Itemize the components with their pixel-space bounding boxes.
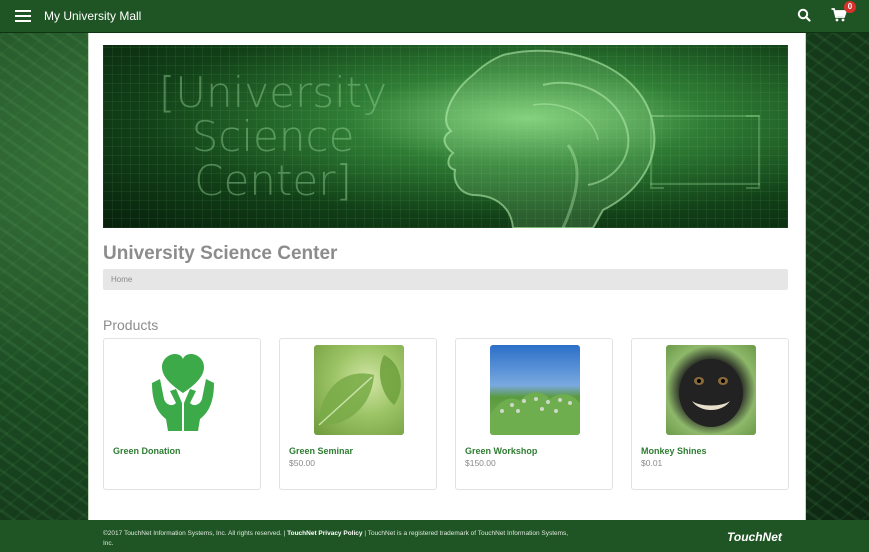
store-content: [University Science Center] University S… [88, 33, 806, 520]
product-card-green-workshop[interactable]: Green Workshop $150.00 [455, 338, 613, 490]
product-image[interactable] [490, 345, 580, 435]
product-image[interactable] [138, 345, 228, 435]
cart-count-badge: 0 [844, 1, 856, 13]
product-price: $150.00 [465, 458, 496, 468]
product-name[interactable]: Monkey Shines [641, 446, 707, 456]
privacy-policy-link[interactable]: TouchNet Privacy Policy [287, 530, 362, 537]
store-banner: [University Science Center] [103, 45, 788, 228]
head-silhouette-graphic [443, 49, 656, 228]
banner-text: [University Science Center] [158, 68, 388, 205]
product-name[interactable]: Green Donation [113, 446, 181, 456]
store-title: University Science Center [103, 243, 338, 264]
product-card-green-donation[interactable]: Green Donation [103, 338, 261, 490]
leaves-image [318, 355, 401, 426]
product-price: $50.00 [289, 458, 315, 468]
app-title[interactable]: My University Mall [44, 9, 141, 23]
banner-decoration [650, 115, 760, 189]
footer-text: ©2017 TouchNet Information Systems, Inc.… [103, 529, 573, 549]
green-roof-image [490, 392, 580, 435]
heart-hands-icon [152, 354, 214, 431]
monkey-image [679, 359, 743, 427]
product-name[interactable]: Green Workshop [465, 446, 537, 456]
product-card-monkey-shines[interactable]: Monkey Shines $0.01 [631, 338, 789, 490]
copyright-text: ©2017 TouchNet Information Systems, Inc.… [103, 530, 286, 537]
products-heading: Products [103, 317, 159, 333]
search-icon[interactable] [797, 8, 813, 24]
product-image[interactable] [666, 345, 756, 435]
header-actions: 0 [797, 1, 856, 24]
product-name[interactable]: Green Seminar [289, 446, 353, 456]
cart-button[interactable]: 0 [831, 1, 856, 24]
menu-icon[interactable] [6, 0, 40, 33]
product-price: $0.01 [641, 458, 663, 468]
top-navbar: My University Mall 0 [0, 0, 869, 33]
product-card-green-seminar[interactable]: Green Seminar $50.00 [279, 338, 437, 490]
footer: ©2017 TouchNet Information Systems, Inc.… [0, 520, 869, 552]
breadcrumb: Home [103, 269, 788, 290]
touchnet-logo[interactable]: TouchNet [727, 530, 782, 544]
product-image[interactable] [314, 345, 404, 435]
breadcrumb-home-link[interactable]: Home [111, 275, 132, 284]
